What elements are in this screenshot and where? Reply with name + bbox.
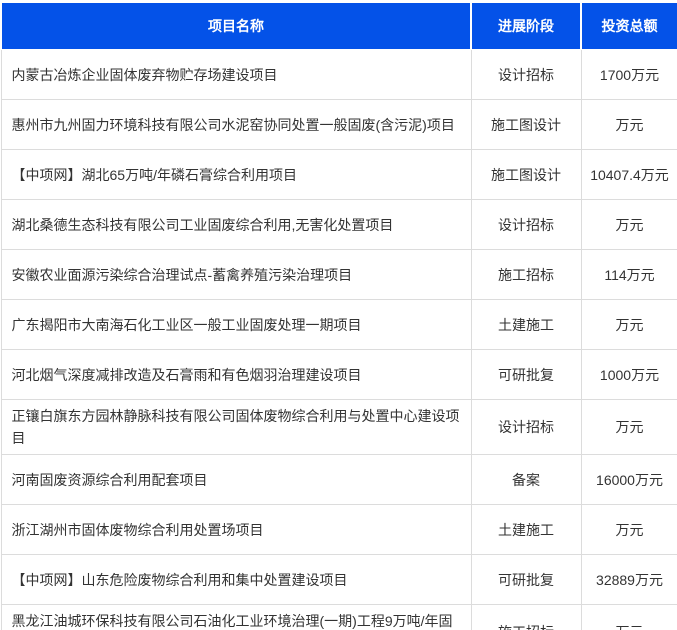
project-name-cell: 河南固废资源综合利用配套项目	[1, 455, 471, 505]
project-name-cell: 广东揭阳市大南海石化工业区一般工业固废处理一期项目	[1, 300, 471, 350]
table-row[interactable]: 河北烟气深度减排改造及石膏雨和有色烟羽治理建设项目 可研批复 1000万元	[1, 350, 677, 400]
projects-table-container: 项目名称 进展阶段 投资总额 内蒙古冶炼企业固体废弃物贮存场建设项目 设计招标 …	[0, 0, 677, 630]
stage-cell: 可研批复	[471, 350, 581, 400]
table-row[interactable]: 【中项网】山东危险废物综合利用和集中处置建设项目 可研批复 32889万元	[1, 555, 677, 605]
project-name-cell: 正镶白旗东方园林静脉科技有限公司固体废物综合利用与处置中心建设项目	[1, 400, 471, 455]
project-name-cell: 安徽农业面源污染综合治理试点-蓄禽养殖污染治理项目	[1, 250, 471, 300]
investment-cell: 114万元	[581, 250, 677, 300]
table-row[interactable]: 惠州市九州固力环境科技有限公司水泥窑协同处置一般固废(含污泥)项目 施工图设计 …	[1, 100, 677, 150]
table-row[interactable]: 黑龙江油城环保科技有限公司石油化工业环境治理(一期)工程9万吨/年固体废物处理项…	[1, 605, 677, 630]
investment-cell: 万元	[581, 100, 677, 150]
investment-cell: 万元	[581, 200, 677, 250]
table-row[interactable]: 河南固废资源综合利用配套项目 备案 16000万元	[1, 455, 677, 505]
table-row[interactable]: 内蒙古冶炼企业固体废弃物贮存场建设项目 设计招标 1700万元	[1, 50, 677, 100]
stage-cell: 土建施工	[471, 505, 581, 555]
investment-cell: 10407.4万元	[581, 150, 677, 200]
project-name-cell: 黑龙江油城环保科技有限公司石油化工业环境治理(一期)工程9万吨/年固体废物处理项…	[1, 605, 471, 630]
stage-cell: 设计招标	[471, 400, 581, 455]
investment-cell: 万元	[581, 300, 677, 350]
project-name-cell: 【中项网】湖北65万吨/年磷石膏综合利用项目	[1, 150, 471, 200]
investment-cell: 32889万元	[581, 555, 677, 605]
column-header-stage: 进展阶段	[471, 2, 581, 50]
table-row[interactable]: 【中项网】湖北65万吨/年磷石膏综合利用项目 施工图设计 10407.4万元	[1, 150, 677, 200]
investment-cell: 16000万元	[581, 455, 677, 505]
stage-cell: 施工招标	[471, 250, 581, 300]
stage-cell: 备案	[471, 455, 581, 505]
project-name-cell: 河北烟气深度减排改造及石膏雨和有色烟羽治理建设项目	[1, 350, 471, 400]
table-row[interactable]: 安徽农业面源污染综合治理试点-蓄禽养殖污染治理项目 施工招标 114万元	[1, 250, 677, 300]
column-header-investment: 投资总额	[581, 2, 677, 50]
project-name-cell: 湖北桑德生态科技有限公司工业固废综合利用,无害化处置项目	[1, 200, 471, 250]
table-row[interactable]: 湖北桑德生态科技有限公司工业固废综合利用,无害化处置项目 设计招标 万元	[1, 200, 677, 250]
table-row[interactable]: 广东揭阳市大南海石化工业区一般工业固废处理一期项目 土建施工 万元	[1, 300, 677, 350]
investment-cell: 万元	[581, 400, 677, 455]
stage-cell: 土建施工	[471, 300, 581, 350]
stage-cell: 施工图设计	[471, 150, 581, 200]
stage-cell: 设计招标	[471, 200, 581, 250]
table-header-row: 项目名称 进展阶段 投资总额	[1, 2, 677, 50]
project-name-cell: 惠州市九州固力环境科技有限公司水泥窑协同处置一般固废(含污泥)项目	[1, 100, 471, 150]
stage-cell: 设计招标	[471, 50, 581, 100]
stage-cell: 施工图设计	[471, 100, 581, 150]
table-row[interactable]: 浙江湖州市固体废物综合利用处置场项目 土建施工 万元	[1, 505, 677, 555]
investment-cell: 万元	[581, 505, 677, 555]
investment-cell: 1700万元	[581, 50, 677, 100]
projects-table: 项目名称 进展阶段 投资总额 内蒙古冶炼企业固体废弃物贮存场建设项目 设计招标 …	[0, 0, 677, 630]
project-name-cell: 浙江湖州市固体废物综合利用处置场项目	[1, 505, 471, 555]
stage-cell: 施工招标	[471, 605, 581, 630]
column-header-project-name: 项目名称	[1, 2, 471, 50]
investment-cell: 1000万元	[581, 350, 677, 400]
project-name-cell: 内蒙古冶炼企业固体废弃物贮存场建设项目	[1, 50, 471, 100]
project-name-cell: 【中项网】山东危险废物综合利用和集中处置建设项目	[1, 555, 471, 605]
investment-cell: 万元	[581, 605, 677, 630]
stage-cell: 可研批复	[471, 555, 581, 605]
table-row[interactable]: 正镶白旗东方园林静脉科技有限公司固体废物综合利用与处置中心建设项目 设计招标 万…	[1, 400, 677, 455]
